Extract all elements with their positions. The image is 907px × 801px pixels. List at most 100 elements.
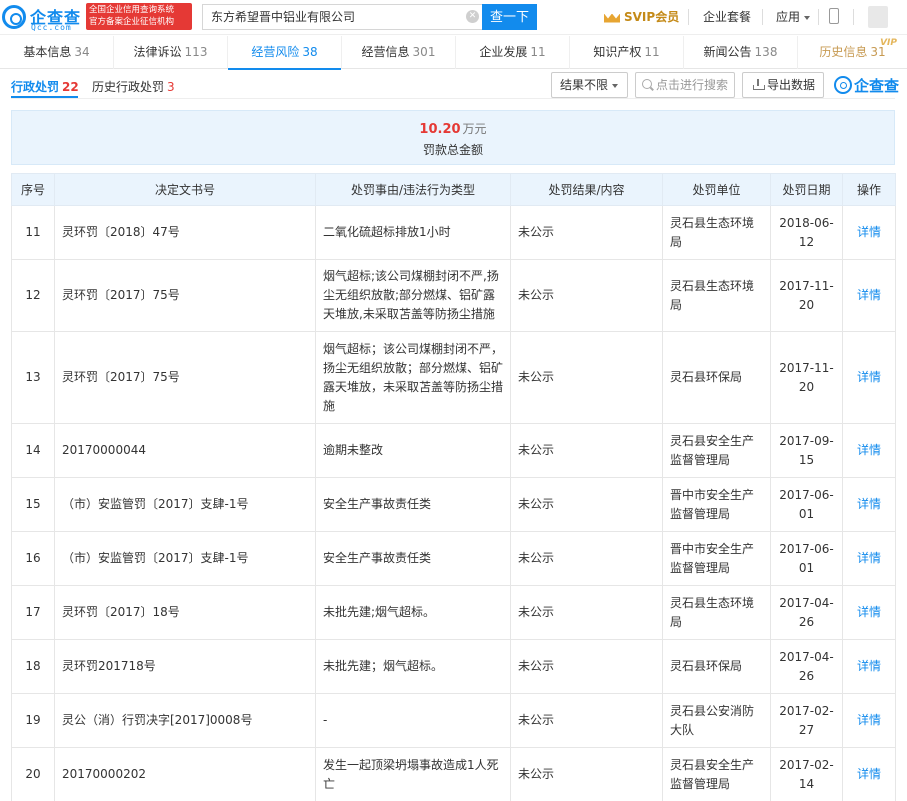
detail-link[interactable]: 详情 <box>857 288 881 302</box>
table-header-row: 序号 决定文书号 处罚事由/违法行为类型 处罚结果/内容 处罚单位 处罚日期 操… <box>11 173 896 206</box>
detail-link[interactable]: 详情 <box>857 225 881 239</box>
subtab-label: 历史行政处罚 <box>92 80 165 94</box>
credit-badge: 全国企业信用查询系统 官方备案企业征信机构 <box>86 3 192 30</box>
divider <box>688 9 689 25</box>
penalty-date: 2017-09-15 <box>770 423 843 478</box>
mobile-app-icon[interactable] <box>829 8 839 24</box>
tab-intellectual-property[interactable]: 知识产权 11 <box>570 36 684 69</box>
penalty-date: 2018-06-12 <box>770 205 843 260</box>
decision-document-number: 灵环罚〔2017〕75号 <box>54 259 316 332</box>
detail-link[interactable]: 详情 <box>857 659 881 673</box>
detail-link[interactable]: 详情 <box>857 497 881 511</box>
badge-line-2: 官方备案企业征信机构 <box>89 17 175 27</box>
penalty-authority: 灵石县环保局 <box>662 639 771 694</box>
svip-link[interactable]: SVIP会员 <box>604 8 679 25</box>
penalty-reason: 安全生产事故责任类 <box>315 477 511 532</box>
penalty-result: 未公示 <box>510 477 663 532</box>
row-number: 14 <box>11 423 55 478</box>
detail-cell: 详情 <box>842 585 896 640</box>
penalty-authority: 晋中市安全生产监督管理局 <box>662 531 771 586</box>
detail-cell: 详情 <box>842 531 896 586</box>
penalty-reason: 二氧化硫超标排放1小时 <box>315 205 511 260</box>
section-tabs: 基本信息 34 法律诉讼 113 经营风险 38 经营信息 301 企业发展 11 知识产… <box>0 36 907 70</box>
table-row: 19 灵公（消）行罚决字[2017]0008号 - 未公示 灵石县公安消防大队 … <box>11 693 896 748</box>
apps-menu[interactable]: 应用 <box>776 8 811 25</box>
detail-cell: 详情 <box>842 259 896 332</box>
column-header: 处罚结果/内容 <box>510 173 663 206</box>
search-icon <box>642 79 652 89</box>
tab-business-info[interactable]: 经营信息 301 <box>342 36 456 69</box>
company-search-input[interactable]: 东方希望晋中铝业有限公司 <box>202 4 482 30</box>
top-bar: 企查查 Qcc.com 全国企业信用查询系统 官方备案企业征信机构 东方希望晋中… <box>0 0 907 35</box>
active-subtab-indicator <box>11 96 78 98</box>
table-row: 17 灵环罚〔2017〕18号 未批先建;烟气超标。 未公示 灵石县生态环境局 … <box>11 585 896 640</box>
detail-cell: 详情 <box>842 693 896 748</box>
tab-label: 基本信息 <box>23 45 72 59</box>
detail-link[interactable]: 详情 <box>857 767 881 781</box>
penalty-authority: 灵石县生态环境局 <box>662 585 771 640</box>
column-header: 处罚日期 <box>770 173 843 206</box>
decision-document-number: 灵环罚〔2018〕47号 <box>54 205 316 260</box>
tab-count: 138 <box>754 45 778 59</box>
detail-link[interactable]: 详情 <box>857 551 881 565</box>
detail-cell: 详情 <box>842 331 896 424</box>
penalty-authority: 灵石县公安消防大队 <box>662 693 771 748</box>
penalty-reason: 安全生产事故责任类 <box>315 531 511 586</box>
avatar[interactable] <box>868 6 888 28</box>
subtab-count: 22 <box>62 80 79 94</box>
penalty-result: 未公示 <box>510 585 663 640</box>
detail-link[interactable]: 详情 <box>857 443 881 457</box>
tab-label: 企业发展 <box>479 45 528 59</box>
fine-amount-value: 10.20 <box>419 122 461 137</box>
row-number: 11 <box>11 205 55 260</box>
detail-link[interactable]: 详情 <box>857 713 881 727</box>
tab-legal-litigation[interactable]: 法律诉讼 113 <box>114 36 228 69</box>
enterprise-package-link[interactable]: 企业套餐 <box>703 8 751 25</box>
caret-down-icon <box>612 83 619 88</box>
tab-business-risk[interactable]: 经营风险 38 <box>228 36 342 70</box>
tab-count: 11 <box>644 45 660 59</box>
fine-summary: 10.20 万元 罚款总金额 <box>11 110 895 165</box>
search-button[interactable]: 查一下 <box>482 4 537 30</box>
tab-count: 11 <box>530 45 546 59</box>
penalty-reason: 烟气超标;该公司煤棚封闭不严,扬尘无组织放散;部分燃煤、铝矿露天堆放,未采取苫盖… <box>315 259 511 332</box>
result-filter-select[interactable]: 结果不限 <box>551 72 628 98</box>
brand-watermark: 企查查 <box>834 73 899 97</box>
badge-line-1: 全国企业信用查询系统 <box>89 5 175 15</box>
decision-document-number: （市）安监管罚〔2017〕支肆-1号 <box>54 531 316 586</box>
penalty-table: 序号 决定文书号 处罚事由/违法行为类型 处罚结果/内容 处罚单位 处罚日期 操… <box>11 173 896 801</box>
subtab-history-penalty[interactable]: 历史行政处罚 3 <box>92 78 175 95</box>
tab-label: 法律诉讼 <box>133 45 182 59</box>
penalty-date: 2017-04-26 <box>770 639 843 694</box>
detail-link[interactable]: 详情 <box>857 370 881 384</box>
decision-document-number: （市）安监管罚〔2017〕支肆-1号 <box>54 477 316 532</box>
tab-news[interactable]: 新闻公告 138 <box>684 36 798 69</box>
tab-count: 38 <box>302 45 318 59</box>
vip-badge: VIP <box>880 38 897 48</box>
logo-domain: Qcc.com <box>31 23 72 32</box>
tab-basic-info[interactable]: 基本信息 34 <box>0 36 114 69</box>
penalty-result: 未公示 <box>510 331 663 424</box>
logo-icon <box>834 76 852 94</box>
column-header: 决定文书号 <box>54 173 316 206</box>
penalty-result: 未公示 <box>510 205 663 260</box>
clear-search-icon[interactable]: ✕ <box>466 10 479 23</box>
tab-enterprise-development[interactable]: 企业发展 11 <box>456 36 570 69</box>
subtab-administrative-penalty[interactable]: 行政处罚 22 <box>11 78 79 95</box>
row-number: 16 <box>11 531 55 586</box>
divider <box>818 9 819 25</box>
site-logo[interactable]: 企查查 Qcc.com <box>2 4 84 32</box>
column-header: 处罚单位 <box>662 173 771 206</box>
column-header: 处罚事由/违法行为类型 <box>315 173 511 206</box>
logo-icon <box>2 5 26 29</box>
detail-cell: 详情 <box>842 423 896 478</box>
tab-history-info[interactable]: 历史信息 31 VIP <box>798 36 907 69</box>
brand-text: 企查查 <box>854 76 900 95</box>
table-row: 16 （市）安监管罚〔2017〕支肆-1号 安全生产事故责任类 未公示 晋中市安… <box>11 531 896 586</box>
penalty-reason: 未批先建;烟气超标。 <box>315 585 511 640</box>
penalty-result: 未公示 <box>510 259 663 332</box>
tab-count: 301 <box>412 45 436 59</box>
table-row: 11 灵环罚〔2018〕47号 二氧化硫超标排放1小时 未公示 灵石县生态环境局… <box>11 205 896 260</box>
penalty-date: 2017-11-20 <box>770 259 843 332</box>
detail-link[interactable]: 详情 <box>857 605 881 619</box>
